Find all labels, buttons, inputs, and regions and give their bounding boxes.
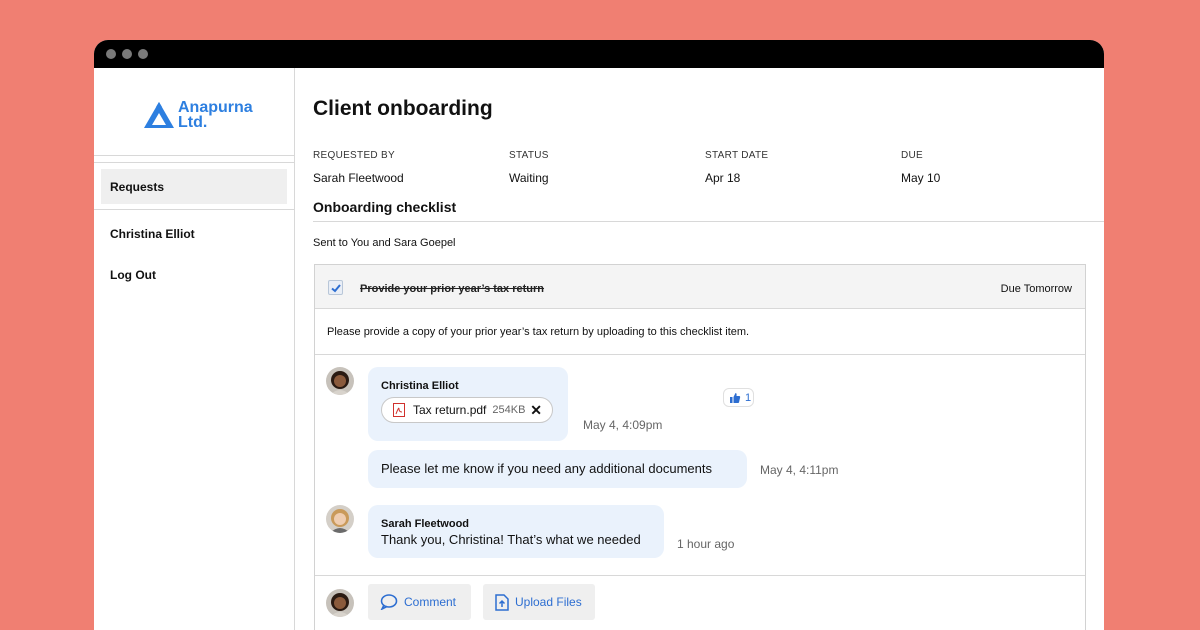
meta-label: START DATE: [705, 150, 768, 161]
sent-to-text: Sent to You and Sara Goepel: [313, 237, 456, 249]
brand-name: Anapurna Ltd.: [178, 100, 253, 130]
sidebar-divider: [94, 209, 294, 210]
task-description: Please provide a copy of your prior year…: [315, 309, 1085, 355]
window-minimize-dot[interactable]: [122, 49, 132, 59]
meta-value: Apr 18: [705, 171, 768, 185]
upload-files-button[interactable]: Upload Files: [483, 584, 595, 620]
sidebar-item-logout[interactable]: Log Out: [110, 268, 156, 282]
attachment-chip[interactable]: Tax return.pdf 254KB ✕: [381, 397, 553, 423]
window-close-dot[interactable]: [106, 49, 116, 59]
avatar: [326, 367, 354, 395]
main-content: Client onboarding REQUESTED BY Sarah Fle…: [295, 68, 1104, 630]
comment-bubble: Sarah Fleetwood Thank you, Christina! Th…: [368, 505, 664, 558]
comment-time: May 4, 4:11pm: [760, 463, 838, 477]
avatar: [326, 589, 354, 617]
meta-start-date: START DATE Apr 18: [705, 150, 768, 185]
task-title: Provide your prior year’s tax return: [360, 283, 544, 295]
checkmark-icon: [330, 282, 342, 294]
comment-button[interactable]: Comment: [368, 584, 471, 620]
close-icon[interactable]: ✕: [530, 402, 542, 419]
comment-text: Please let me know if you need any addit…: [381, 461, 712, 476]
upload-file-icon: [495, 594, 509, 611]
thumbs-up-icon: [729, 392, 741, 404]
sidebar-item-profile[interactable]: Christina Elliot: [110, 227, 195, 241]
comment-button-label: Comment: [404, 595, 456, 609]
mountain-logo-icon: [142, 100, 176, 130]
window-titlebar: [94, 40, 1104, 68]
comment-time: May 4, 4:09pm: [583, 418, 662, 432]
task-checkbox[interactable]: [328, 280, 343, 295]
page-title: Client onboarding: [313, 97, 493, 121]
sidebar: Anapurna Ltd. Requests Christina Elliot …: [94, 68, 295, 630]
comment-bubble: Please let me know if you need any addit…: [368, 450, 747, 488]
section-title: Onboarding checklist: [313, 199, 456, 215]
meta-label: REQUESTED BY: [313, 150, 404, 161]
comment-composer: Comment Upload Files: [315, 575, 1085, 630]
meta-status: STATUS Waiting: [509, 150, 549, 185]
comment-bubble: Christina Elliot Tax return.pdf 254KB ✕: [368, 367, 568, 441]
brand-name-line1: Anapurna: [178, 100, 253, 115]
like-badge[interactable]: 1: [723, 388, 754, 407]
pdf-file-icon: [392, 403, 406, 417]
avatar-christina-icon: [326, 367, 354, 395]
speech-bubble-icon: [380, 594, 398, 610]
sidebar-divider: [94, 155, 294, 156]
comment-time: 1 hour ago: [677, 537, 734, 551]
comment-text: Thank you, Christina! That’s what we nee…: [381, 532, 641, 547]
app-window: Anapurna Ltd. Requests Christina Elliot …: [94, 40, 1104, 630]
avatar-current-user-icon: [326, 589, 354, 617]
avatar-sarah-icon: [326, 505, 354, 533]
checklist-item-card: Provide your prior year’s tax return Due…: [314, 264, 1086, 630]
like-count: 1: [745, 392, 751, 404]
avatar: [326, 505, 354, 533]
attachment-size: 254KB: [492, 404, 525, 416]
meta-value: May 10: [901, 171, 940, 185]
comment-author: Christina Elliot: [381, 380, 459, 392]
section-divider: [313, 221, 1104, 222]
meta-due: DUE May 10: [901, 150, 940, 185]
checklist-item-header[interactable]: Provide your prior year’s tax return Due…: [315, 265, 1085, 309]
brand-name-line2: Ltd.: [178, 115, 253, 130]
window-maximize-dot[interactable]: [138, 49, 148, 59]
upload-button-label: Upload Files: [515, 595, 582, 609]
meta-value: Sarah Fleetwood: [313, 171, 404, 185]
attachment-name: Tax return.pdf: [413, 403, 486, 417]
comment-author: Sarah Fleetwood: [381, 518, 469, 530]
meta-requested-by: REQUESTED BY Sarah Fleetwood: [313, 150, 404, 185]
meta-label: STATUS: [509, 150, 549, 161]
meta-value: Waiting: [509, 171, 549, 185]
meta-label: DUE: [901, 150, 940, 161]
task-due: Due Tomorrow: [1001, 283, 1072, 295]
sidebar-item-requests[interactable]: Requests: [101, 169, 287, 204]
sidebar-divider: [94, 162, 294, 163]
brand-logo[interactable]: Anapurna Ltd.: [142, 100, 253, 130]
